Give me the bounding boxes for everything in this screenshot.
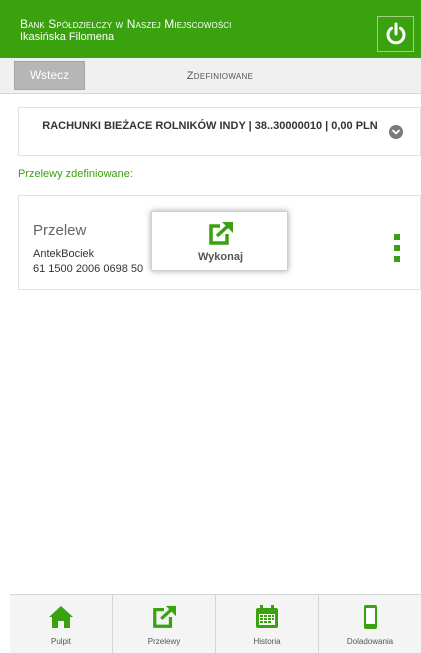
home-icon <box>49 606 73 628</box>
transfer-title: Przelew <box>33 222 87 239</box>
power-icon <box>386 22 405 45</box>
page-title: Zdefiniowane <box>186 70 254 82</box>
nav-bar: Wstecz Zdefiniowane <box>0 58 421 94</box>
tab-pulpit[interactable]: Pulpit <box>10 595 112 653</box>
app-header: Bank Spółdzielczy w Naszej Miejscowości … <box>0 0 421 58</box>
section-label: Przelewy zdefiniowane: <box>18 168 133 180</box>
execute-label: Wykonaj <box>197 251 244 263</box>
account-summary: RACHUNKI BIEŻACE ROLNIKÓW INDY | 38..300… <box>42 120 378 132</box>
tab-label: Doladowania <box>346 637 394 646</box>
logout-button[interactable] <box>377 16 414 52</box>
account-selector[interactable]: RACHUNKI BIEŻACE ROLNIKÓW INDY | 38..300… <box>18 107 421 156</box>
bank-name: Bank Spółdzielczy w Naszej Miejscowości <box>20 17 232 31</box>
user-name: Ikasińska Filomena <box>20 31 115 43</box>
tab-przelewy[interactable]: Przelewy <box>112 595 215 653</box>
transfer-icon <box>153 605 176 628</box>
tab-historia[interactable]: Historia <box>215 595 318 653</box>
bottom-tab-bar: Pulpit Przelewy Historia Doladowania <box>10 594 421 653</box>
back-button[interactable]: Wstecz <box>14 61 85 90</box>
recipient-account: 61 1500 2006 0698 50 <box>33 263 144 275</box>
recipient-name: AntekBociek <box>33 248 95 260</box>
more-options-icon[interactable] <box>391 234 403 262</box>
calendar-icon <box>256 605 278 628</box>
external-link-icon <box>209 222 233 245</box>
chevron-down-icon[interactable] <box>389 125 403 139</box>
tab-label: Historia <box>253 637 281 646</box>
tab-label: Pulpit <box>50 637 71 646</box>
execute-button[interactable]: Wykonaj <box>151 211 288 271</box>
tab-doladowania[interactable]: Doladowania <box>318 595 421 653</box>
phone-icon <box>364 605 377 629</box>
tab-label: Przelewy <box>147 637 181 646</box>
